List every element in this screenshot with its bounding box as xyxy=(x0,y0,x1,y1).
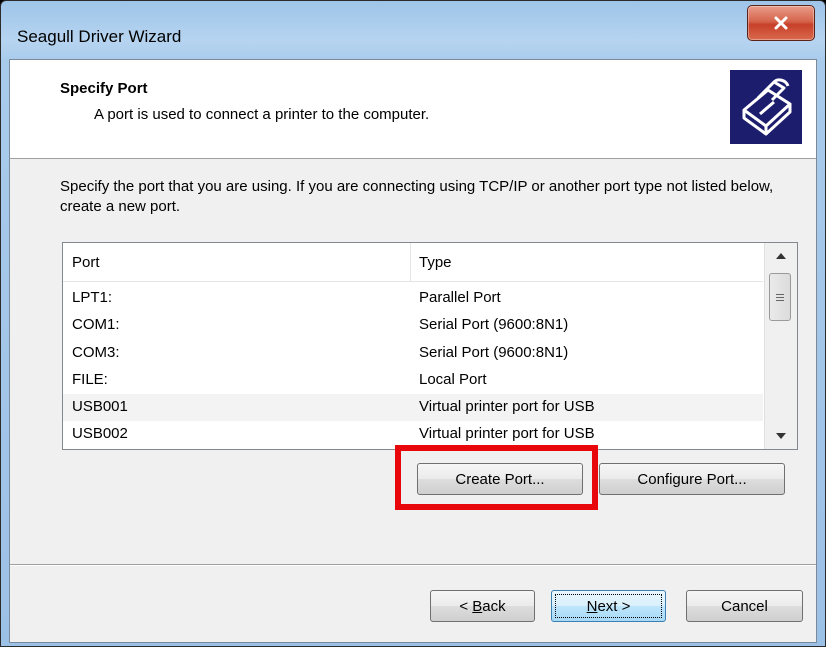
port-name: USB002 xyxy=(72,425,128,443)
scroll-up-arrow-icon xyxy=(776,253,786,259)
close-button[interactable] xyxy=(747,5,815,41)
window-title: Seagull Driver Wizard xyxy=(17,27,182,46)
port-rows: LPT1: Parallel Port COM1: Serial Port (9… xyxy=(63,285,763,449)
wizard-content: Specify Port A port is used to connect a… xyxy=(9,59,817,643)
grip-icon xyxy=(776,292,784,303)
page-title: Specify Port xyxy=(60,80,148,97)
printer-icon xyxy=(730,70,802,144)
port-name: FILE: xyxy=(72,370,108,388)
cancel-button[interactable]: Cancel xyxy=(686,590,803,622)
port-type: Serial Port (9600:8N1) xyxy=(419,343,569,361)
next-button[interactable]: Next > xyxy=(551,590,666,622)
configure-port-button[interactable]: Configure Port... xyxy=(599,463,785,495)
port-list-header: Port Type xyxy=(63,243,763,282)
wizard-window: Seagull Driver Wizard Specify Port A por… xyxy=(0,0,826,647)
back-button[interactable]: < Back xyxy=(430,590,535,622)
port-list[interactable]: Port Type LPT1: Parallel Port COM1: Seri… xyxy=(62,242,798,450)
title-bar[interactable]: Seagull Driver Wizard xyxy=(1,1,825,59)
port-row-usb001[interactable]: USB001 Virtual printer port for USB xyxy=(63,394,763,422)
back-label-rest: ack xyxy=(482,597,506,615)
port-type: Local Port xyxy=(419,370,487,388)
port-type: Virtual printer port for USB xyxy=(419,398,595,416)
back-accelerator: B xyxy=(472,597,483,615)
port-name: COM1: xyxy=(72,316,120,334)
focus-rectangle xyxy=(555,594,662,618)
port-type: Virtual printer port for USB xyxy=(419,425,595,443)
port-type: Parallel Port xyxy=(419,289,501,306)
port-row-com3[interactable]: COM3: Serial Port (9600:8N1) xyxy=(63,340,763,367)
column-header-type[interactable]: Type xyxy=(419,254,452,271)
port-name: LPT1: xyxy=(72,289,113,306)
port-type: Serial Port (9600:8N1) xyxy=(419,316,569,334)
scroll-down-button[interactable] xyxy=(765,423,797,449)
highlight-box xyxy=(395,445,598,510)
port-row-lpt1[interactable]: LPT1: Parallel Port xyxy=(63,285,763,312)
scroll-thumb[interactable] xyxy=(769,273,791,321)
footer-divider xyxy=(10,564,816,565)
scroll-down-arrow-icon xyxy=(776,433,786,439)
page-subtitle: A port is used to connect a printer to t… xyxy=(94,106,430,123)
port-row-com1[interactable]: COM1: Serial Port (9600:8N1) xyxy=(63,312,763,339)
port-row-file[interactable]: FILE: Local Port xyxy=(63,367,763,394)
close-icon xyxy=(774,16,788,30)
column-header-port[interactable]: Port xyxy=(72,254,100,271)
port-name: USB001 xyxy=(72,398,128,416)
vertical-scrollbar[interactable] xyxy=(764,243,797,449)
wizard-header: Specify Port A port is used to connect a… xyxy=(10,60,816,159)
scroll-up-button[interactable] xyxy=(765,243,797,269)
column-divider[interactable] xyxy=(410,243,411,281)
port-name: COM3: xyxy=(72,343,120,361)
back-prefix: < xyxy=(459,597,473,615)
instruction-text: Specify the port that you are using. If … xyxy=(60,178,774,215)
